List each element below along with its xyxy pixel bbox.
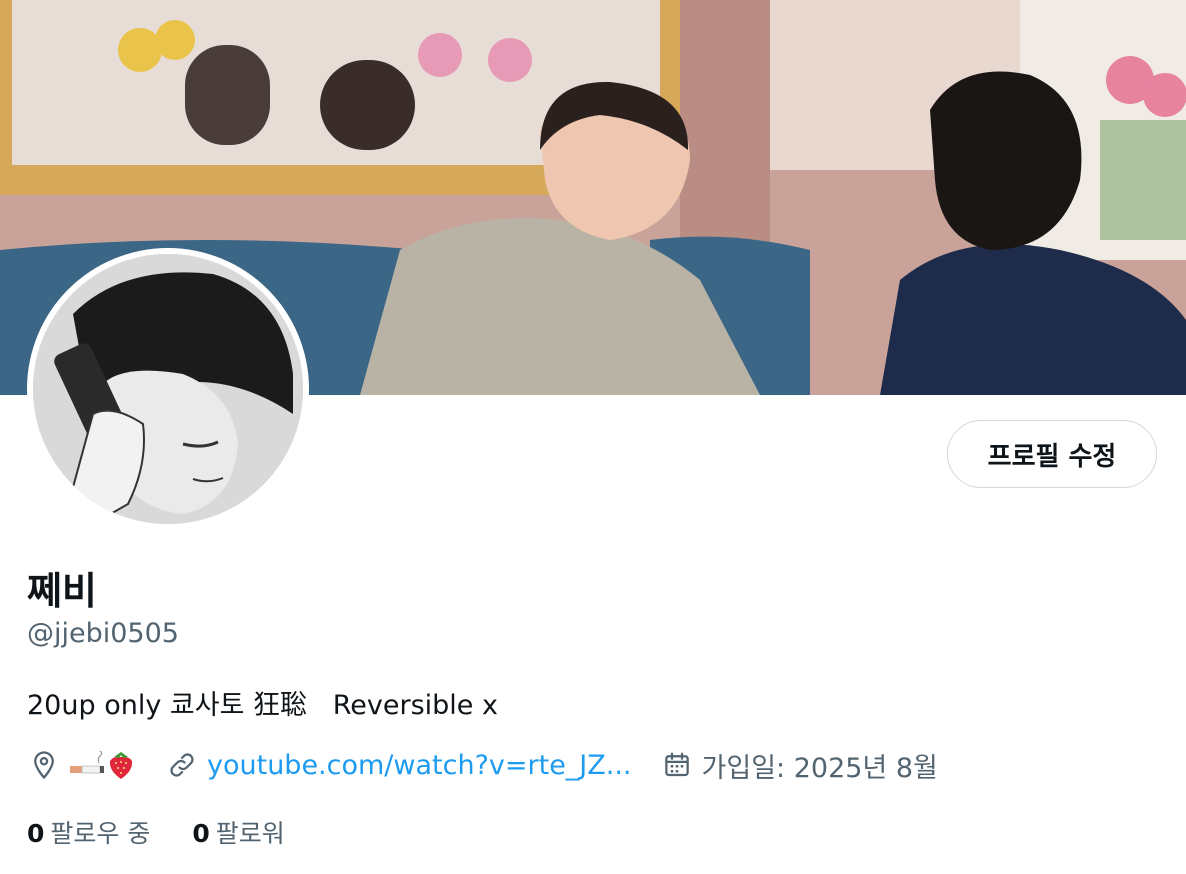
website[interactable]: youtube.com/watch?v=rte_JZ... [165, 748, 632, 782]
edit-profile-button[interactable]: 프로필 수정 [947, 420, 1157, 488]
following-link[interactable]: 0 팔로우 중 [27, 814, 150, 850]
join-date-text: 가입일: 2025년 8월 [701, 752, 938, 784]
avatar[interactable] [33, 254, 303, 524]
location [27, 748, 137, 782]
following-label: 팔로우 중 [50, 819, 151, 848]
display-name: 쩨비 [27, 569, 97, 613]
website-link[interactable]: youtube.com/watch?v=rte_JZ... [207, 750, 632, 781]
followers-label: 팔로워 [215, 819, 285, 848]
user-handle: @jjebi0505 [27, 618, 179, 649]
profile-meta: youtube.com/watch?v=rte_JZ... 가입일: 2025년… [27, 745, 966, 785]
cigarette-icon [70, 750, 104, 774]
strawberry-icon [109, 752, 133, 779]
avatar-frame[interactable] [27, 248, 309, 530]
location-pin-icon [27, 748, 61, 782]
profile-bio: 20up only 쿄사토 狂聡 Reversible x [27, 690, 498, 721]
join-date: 가입일: 2025년 8월 [660, 746, 938, 785]
avatar-illustration [33, 254, 303, 524]
following-count: 0 [27, 819, 45, 848]
calendar-icon [660, 748, 694, 782]
follow-stats: 0 팔로우 중 0 팔로워 [27, 814, 327, 850]
followers-link[interactable]: 0 팔로워 [192, 814, 284, 850]
followers-count: 0 [192, 819, 210, 848]
location-emoji [69, 749, 137, 781]
link-icon [165, 748, 199, 782]
